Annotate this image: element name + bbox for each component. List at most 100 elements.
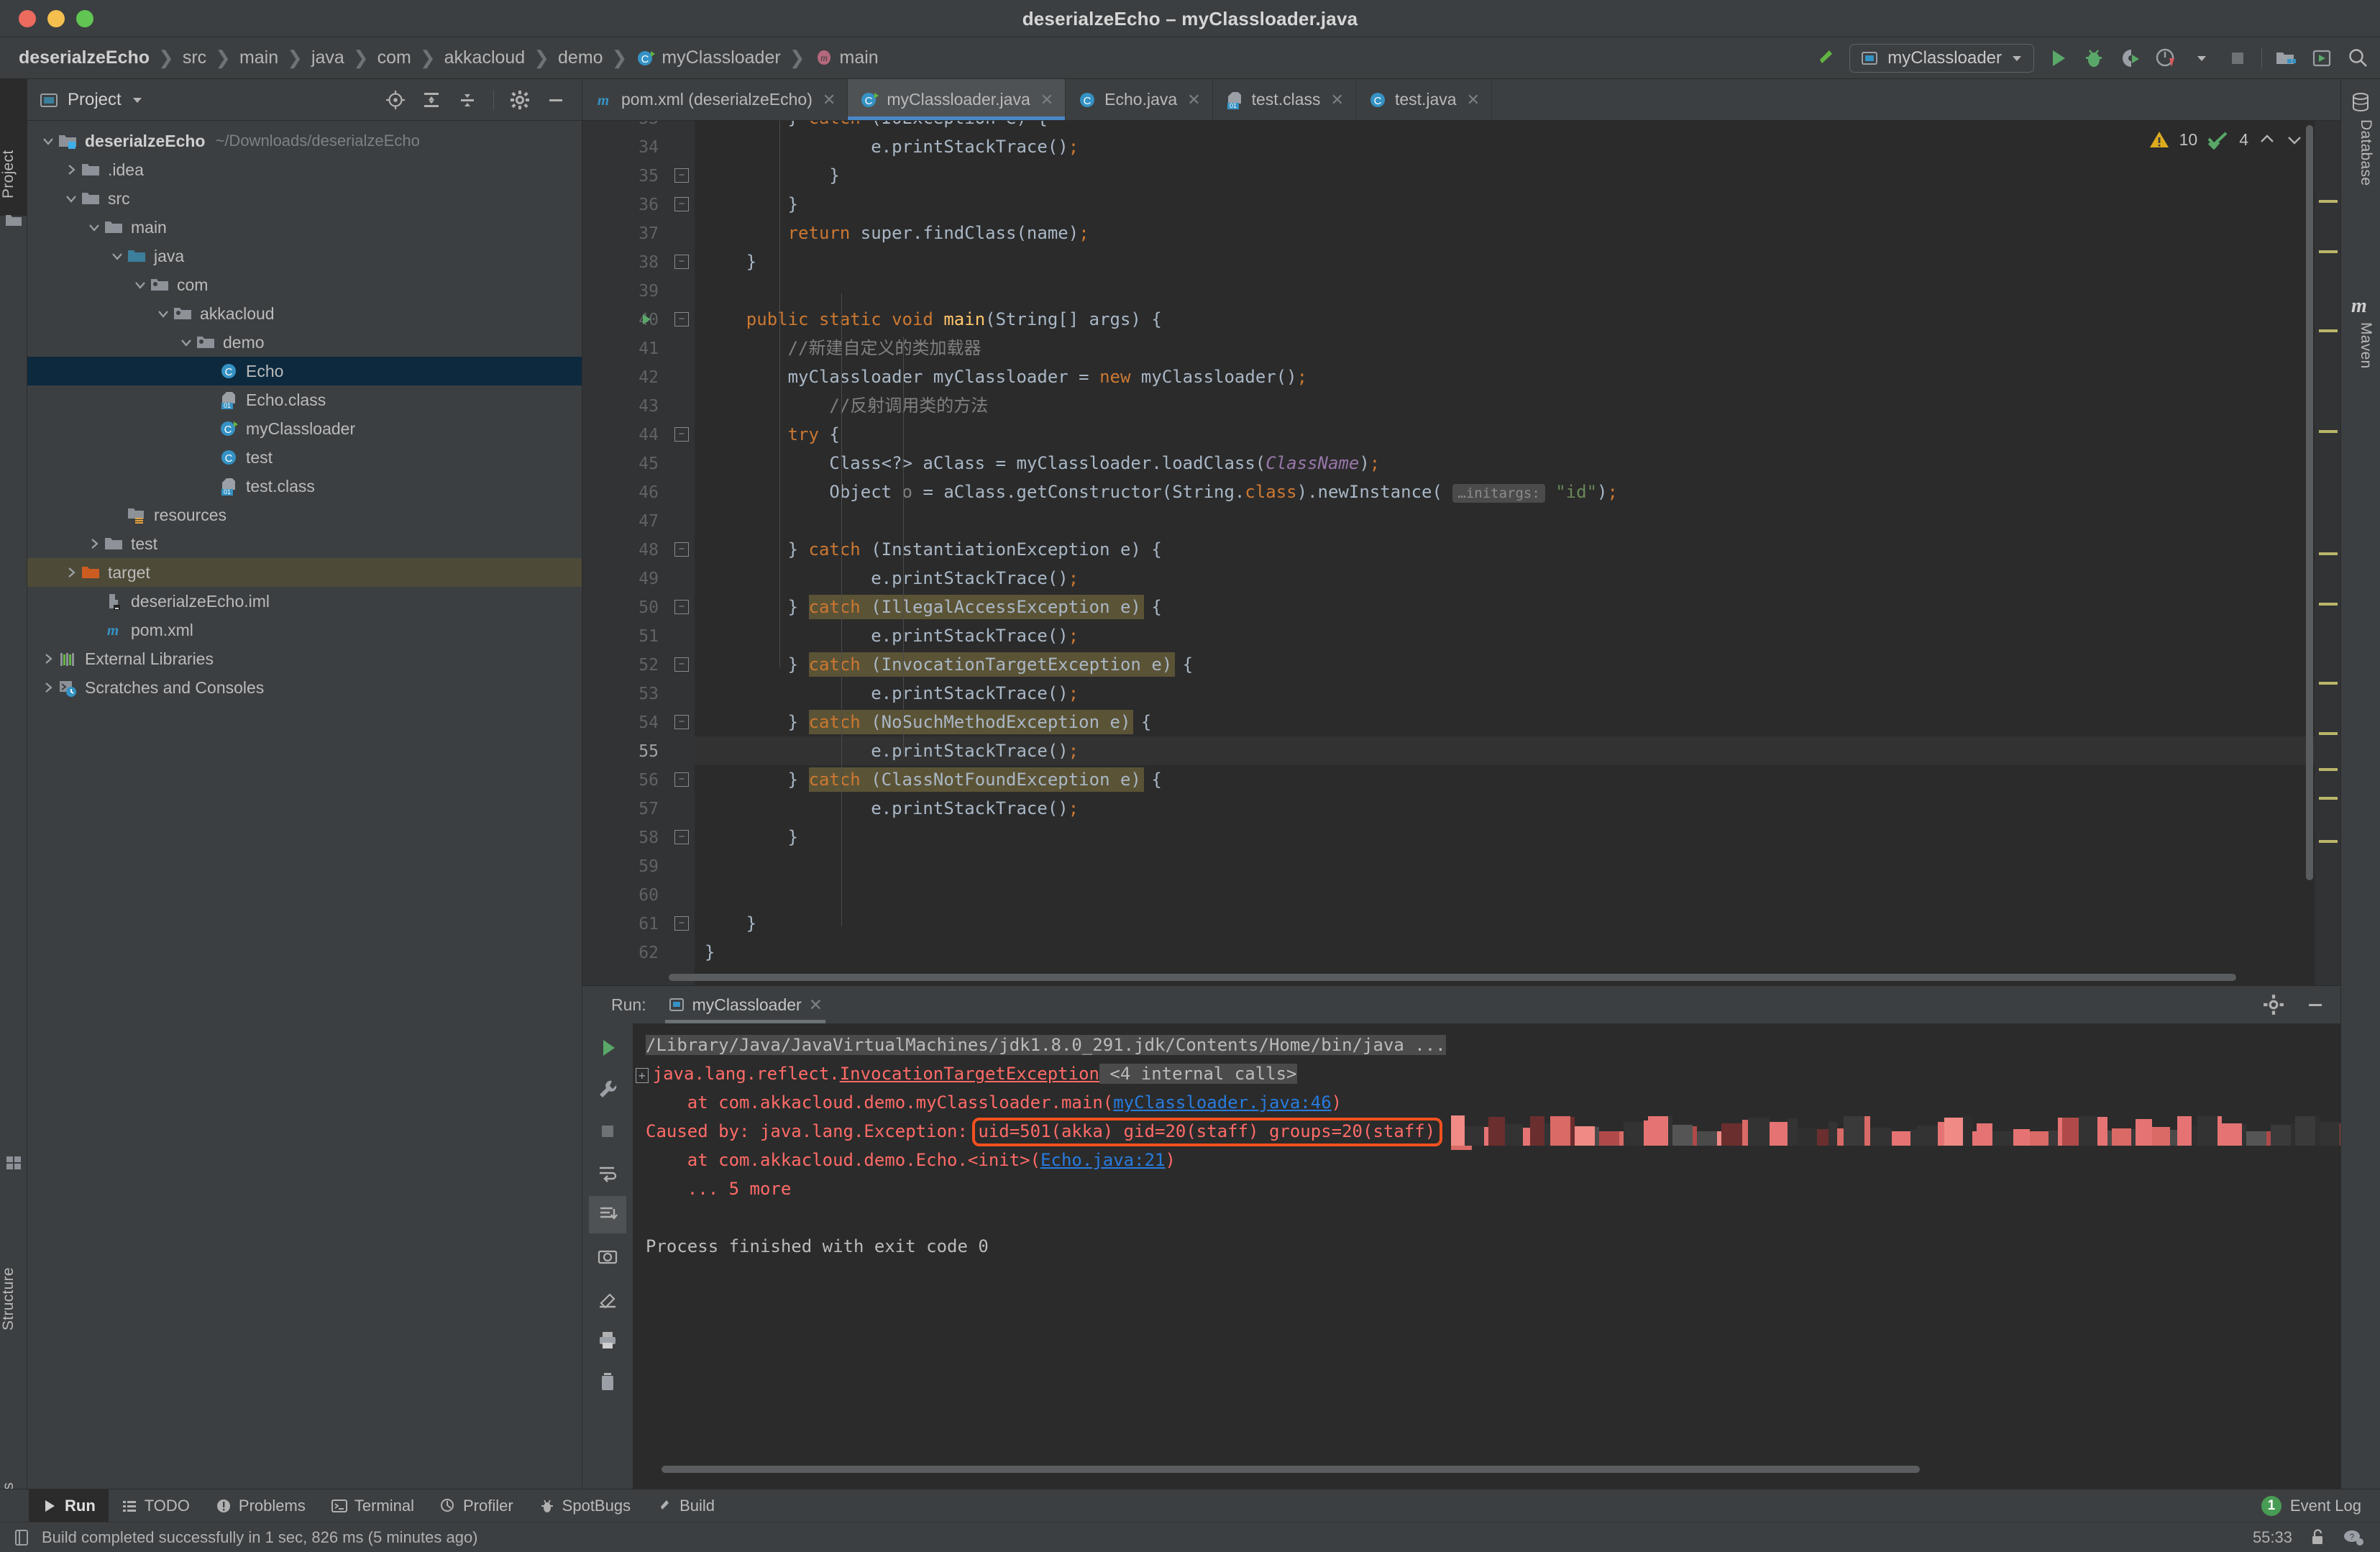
editor-fold-gutter[interactable]: − − − − − − − − − − − − — [669, 121, 695, 985]
tool-window-button-terminal[interactable]: Terminal — [319, 1489, 427, 1523]
run-tab-myclassloader[interactable]: myClassloader ✕ — [659, 986, 831, 1023]
build-icon[interactable] — [1813, 46, 1838, 70]
fold-toggle[interactable]: − — [674, 916, 689, 931]
event-log-widget[interactable]: 1 Event Log — [2261, 1495, 2361, 1516]
fold-toggle[interactable]: − — [674, 168, 689, 183]
gear-icon[interactable] — [2263, 994, 2284, 1015]
tree-node-target[interactable]: target — [27, 558, 582, 587]
stop-icon[interactable] — [2225, 46, 2250, 70]
tree-node-com[interactable]: com — [27, 270, 582, 299]
right-strip-tab-maven[interactable]: Maven — [2347, 322, 2374, 444]
chevron-down-icon[interactable] — [131, 275, 150, 294]
help-icon[interactable]: ? — [2343, 1528, 2364, 1547]
tree-node-src[interactable]: src — [27, 184, 582, 213]
tool-window-button-build[interactable]: Build — [644, 1489, 728, 1523]
run-icon[interactable] — [2046, 46, 2070, 70]
locate-icon[interactable] — [385, 90, 406, 110]
breadcrumb-item-demo[interactable]: demo — [554, 47, 608, 68]
run-gutter-icon[interactable] — [639, 311, 654, 327]
lock-icon[interactable] — [2308, 1528, 2327, 1547]
close-icon[interactable]: ✕ — [1467, 91, 1480, 109]
editor-marker-gutter[interactable] — [2315, 121, 2340, 985]
chevron-right-icon[interactable] — [39, 678, 58, 697]
chevron-down-icon[interactable] — [154, 304, 173, 323]
editor-horizontal-scrollbar[interactable] — [669, 974, 2236, 981]
console-source-link[interactable]: myClassloader.java:46 — [1113, 1092, 1331, 1113]
editor-vertical-scrollbar[interactable] — [2306, 125, 2313, 880]
expand-all-icon[interactable] — [421, 90, 441, 110]
console-source-link[interactable]: Echo.java:21 — [1040, 1150, 1165, 1170]
code-text-area[interactable]: } catch (IOException e) { e.printStackTr… — [695, 121, 2315, 985]
fold-toggle[interactable]: − — [674, 715, 689, 729]
run-configuration-selector[interactable]: myClassloader — [1849, 44, 2034, 73]
chevron-down-icon[interactable] — [62, 189, 81, 208]
tool-window-button-todo[interactable]: TODO — [109, 1489, 203, 1523]
inspection-widget[interactable]: 10 4 — [2149, 129, 2303, 150]
chevron-down-icon[interactable] — [177, 333, 196, 352]
console-exception-name[interactable]: InvocationTargetException — [840, 1064, 1099, 1084]
tool-window-button-spotbugs[interactable]: SpotBugs — [526, 1489, 644, 1523]
tree-node-main[interactable]: main — [27, 213, 582, 242]
tree-node--idea[interactable]: .idea — [27, 155, 582, 184]
fold-toggle[interactable]: − — [674, 657, 689, 672]
fold-toggle[interactable]: − — [674, 427, 689, 442]
tree-node-scratches-and-consoles[interactable]: Scratches and Consoles — [27, 673, 582, 702]
chevron-down-icon[interactable] — [2189, 46, 2214, 70]
fold-toggle[interactable]: − — [674, 197, 689, 211]
breadcrumb-item-akkacloud[interactable]: akkacloud — [440, 47, 530, 68]
tree-node-echo-class[interactable]: 01 Echo.class — [27, 385, 582, 414]
console-internal-calls[interactable]: <4 internal calls> — [1099, 1064, 1297, 1084]
hide-icon[interactable] — [546, 90, 566, 110]
fold-toggle[interactable]: − — [674, 312, 689, 327]
close-icon[interactable]: ✕ — [1040, 91, 1053, 109]
camera-icon[interactable] — [589, 1238, 626, 1275]
tree-node-deserialzeecho[interactable]: deserialzeEcho ~/Downloads/deserialzeEcho — [27, 127, 582, 155]
console-horizontal-scrollbar[interactable] — [662, 1466, 1920, 1473]
tree-node-java[interactable]: java — [27, 242, 582, 270]
editor-tab-test-class[interactable]: 01 test.class ✕ — [1213, 79, 1356, 120]
breadcrumb-item-src[interactable]: src — [178, 47, 211, 68]
breadcrumb-item-class[interactable]: C myClassloader — [631, 47, 784, 68]
trash-icon[interactable] — [589, 1363, 626, 1400]
tool-window-bar[interactable]: Run TODO Problems Terminal Profiler SpotBugs B… — [0, 1489, 2380, 1523]
tree-node-deserialzeecho-iml[interactable]: deserialzeEcho.iml — [27, 587, 582, 616]
tree-node-test[interactable]: test — [27, 529, 582, 558]
profiler-icon[interactable] — [2154, 46, 2178, 70]
tool-window-button-problems[interactable]: Problems — [203, 1489, 319, 1523]
close-icon[interactable]: ✕ — [809, 995, 823, 1015]
project-structure-icon[interactable] — [2274, 46, 2298, 70]
soft-wrap-icon[interactable] — [589, 1154, 626, 1192]
close-icon[interactable]: ✕ — [823, 91, 836, 109]
tool-window-button-run[interactable]: Run — [29, 1489, 109, 1523]
fold-toggle[interactable]: − — [674, 772, 689, 787]
fold-toggle[interactable]: − — [674, 542, 689, 557]
project-tree[interactable]: deserialzeEcho ~/Downloads/deserialzeEcho… — [27, 121, 582, 1489]
breadcrumb-item-project[interactable]: deserialzeEcho — [14, 47, 154, 68]
next-highlight-icon[interactable] — [2286, 131, 2303, 148]
chevron-down-icon[interactable] — [39, 132, 58, 150]
run-console-output[interactable]: /Library/Java/JavaVirtualMachines/jdk1.8… — [633, 1023, 2340, 1489]
wrench-icon[interactable] — [589, 1071, 626, 1108]
fold-toggle[interactable]: − — [674, 255, 689, 269]
right-strip-tab-database[interactable]: Database — [2347, 119, 2374, 285]
hide-icon[interactable] — [2305, 994, 2326, 1015]
editor-tab-test-java[interactable]: Ctest.java ✕ — [1356, 79, 1493, 120]
previous-highlight-icon[interactable] — [2258, 131, 2276, 148]
tree-node-echo[interactable]: C Echo — [27, 357, 582, 385]
chevron-down-icon[interactable] — [108, 247, 127, 265]
chevron-right-icon[interactable] — [85, 534, 104, 553]
editor-tab-pom-xml-deserialzeecho-[interactable]: m pom.xml (deserialzeEcho) ✕ — [582, 79, 848, 120]
print-icon[interactable] — [589, 1321, 626, 1359]
editor-tab-bar[interactable]: m pom.xml (deserialzeEcho) ✕ CmyClassloader… — [582, 79, 2340, 121]
tree-node-pom-xml[interactable]: m pom.xml — [27, 616, 582, 644]
editor-tab-myclassloader-java[interactable]: CmyClassloader.java ✕ — [848, 79, 1066, 120]
search-icon[interactable] — [2345, 46, 2370, 70]
clear-icon[interactable] — [589, 1279, 626, 1317]
run-anything-icon[interactable] — [2310, 46, 2334, 70]
tree-node-demo[interactable]: demo — [27, 328, 582, 357]
debug-icon[interactable] — [2082, 46, 2106, 70]
tree-node-external-libraries[interactable]: External Libraries — [27, 644, 582, 673]
run-with-coverage-icon[interactable] — [2118, 46, 2142, 70]
close-icon[interactable]: ✕ — [1187, 91, 1200, 109]
expand-stacktrace-icon[interactable]: + — [636, 1068, 649, 1083]
